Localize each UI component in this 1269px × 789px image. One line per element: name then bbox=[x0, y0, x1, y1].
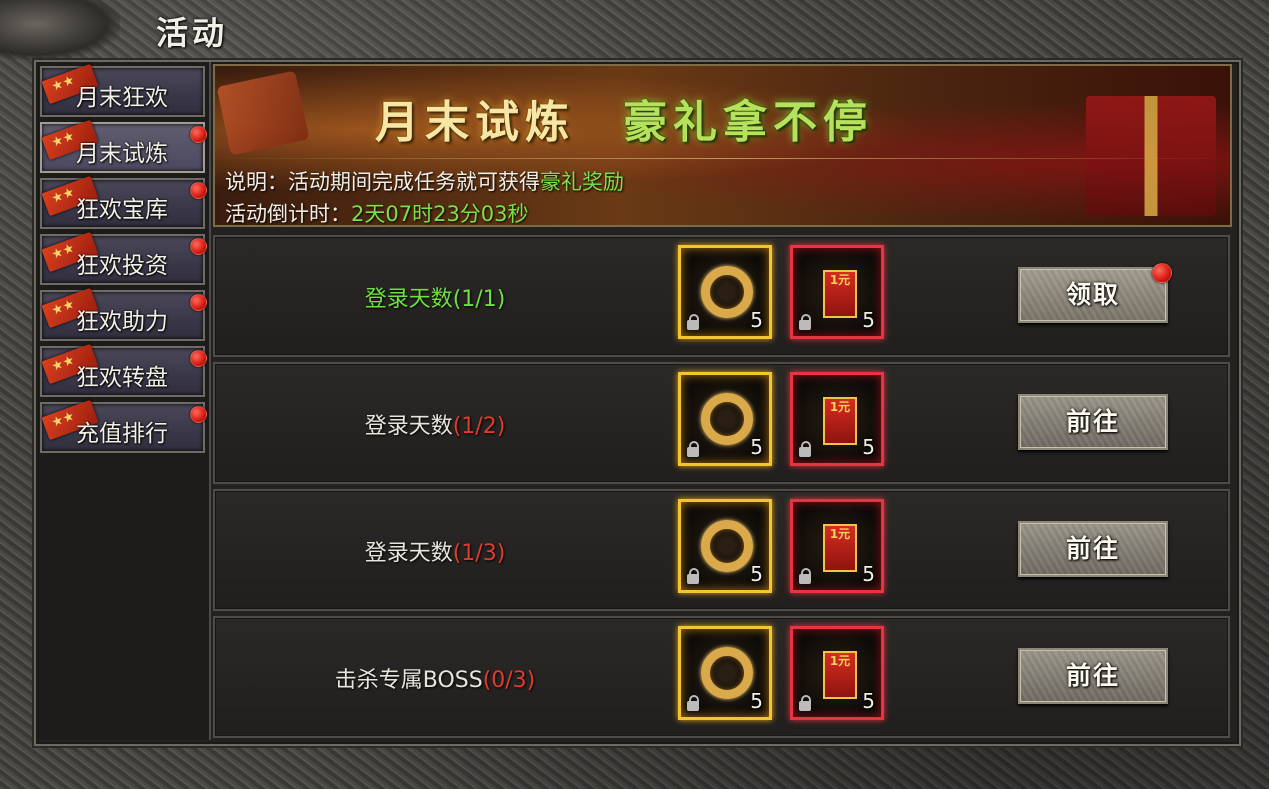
task-row: 登录天数(1/3) 5 1元 5 前往 bbox=[213, 489, 1230, 611]
window-title: 活动 bbox=[156, 14, 229, 52]
lock-icon bbox=[799, 695, 811, 711]
countdown-value: 2天07时23分03秒 bbox=[351, 202, 529, 226]
reward-slot[interactable]: 1元 5 bbox=[790, 626, 884, 720]
lock-icon bbox=[799, 568, 811, 584]
sidebar-item-label: 狂欢投资 bbox=[76, 253, 168, 279]
gold-ring-icon bbox=[701, 393, 753, 445]
go-button[interactable]: 前往 bbox=[1018, 521, 1168, 577]
reward-quantity: 5 bbox=[750, 435, 763, 459]
sidebar-item-label: 狂欢宝库 bbox=[76, 197, 168, 223]
reward-quantity: 5 bbox=[862, 689, 875, 713]
description-text: 说明：活动期间完成任务就可获得 bbox=[225, 170, 540, 194]
task-row: 击杀专属BOSS(0/3) 5 1元 5 前往 bbox=[213, 616, 1230, 738]
reward-quantity: 5 bbox=[862, 435, 875, 459]
reward-quantity: 5 bbox=[862, 562, 875, 586]
sidebar-item-month-end-carnival[interactable]: 月末狂欢 bbox=[40, 63, 205, 117]
scroll-icon bbox=[216, 70, 310, 156]
red-envelope-icon: 1元 bbox=[823, 270, 857, 318]
sidebar-item-label: 月末狂欢 bbox=[76, 85, 168, 111]
task-name: 登录天数 bbox=[364, 414, 453, 439]
task-progress: (1/2) bbox=[452, 414, 506, 439]
lock-icon bbox=[687, 568, 699, 584]
reward-slot[interactable]: 5 bbox=[678, 626, 772, 720]
banner-title: 月末试炼 豪礼拿不停 bbox=[375, 86, 873, 150]
reward-slot[interactable]: 1元 5 bbox=[790, 499, 884, 593]
gold-ring-icon bbox=[701, 520, 753, 572]
lock-icon bbox=[687, 441, 699, 457]
sidebar-item-carnival-wheel[interactable]: 狂欢转盘 bbox=[40, 343, 207, 397]
reward-slot[interactable]: 5 bbox=[678, 372, 772, 466]
lock-icon bbox=[687, 695, 699, 711]
red-envelope-icon: 1元 bbox=[823, 524, 857, 572]
description-highlight: 豪礼奖励 bbox=[540, 170, 624, 194]
event-countdown: 活动倒计时：2天07时23分03秒 bbox=[225, 198, 529, 228]
red-envelope-icon: 1元 bbox=[823, 397, 857, 445]
notification-dot bbox=[190, 182, 207, 199]
task-title: 击杀专属BOSS(0/3) bbox=[215, 662, 655, 694]
task-row: 登录天数(1/2) 5 1元 5 前往 bbox=[213, 362, 1230, 484]
banner-title-slogan: 豪礼拿不停 bbox=[623, 97, 873, 148]
sidebar: 月末狂欢 月末试炼 狂欢宝库 狂欢投资 狂欢助力 狂欢转盘 充值排行 bbox=[36, 62, 211, 740]
lock-icon bbox=[799, 441, 811, 457]
sidebar-item-month-end-trial[interactable]: 月末试炼 bbox=[40, 119, 207, 173]
red-envelope-icon: 1元 bbox=[823, 651, 857, 699]
notification-dot bbox=[190, 126, 207, 143]
sidebar-item-label: 狂欢转盘 bbox=[76, 365, 168, 391]
sidebar-item-carnival-investment[interactable]: 狂欢投资 bbox=[40, 231, 207, 285]
reward-slot[interactable]: 5 bbox=[678, 245, 772, 339]
task-name: 击杀专属BOSS bbox=[334, 668, 483, 693]
task-name: 登录天数 bbox=[364, 541, 453, 566]
task-title: 登录天数(1/2) bbox=[215, 408, 655, 440]
reward-slot[interactable]: 5 bbox=[678, 499, 772, 593]
sidebar-item-recharge-ranking[interactable]: 充值排行 bbox=[40, 399, 207, 453]
claim-button[interactable]: 领取 bbox=[1018, 267, 1168, 323]
go-button[interactable]: 前往 bbox=[1018, 394, 1168, 450]
task-progress: (1/1) bbox=[452, 287, 506, 312]
notification-dot bbox=[190, 238, 207, 255]
countdown-label: 活动倒计时： bbox=[225, 202, 351, 226]
sidebar-item-label: 充值排行 bbox=[76, 421, 168, 447]
reward-quantity: 5 bbox=[750, 689, 763, 713]
task-progress: (0/3) bbox=[482, 668, 536, 693]
gold-ring-icon bbox=[701, 647, 753, 699]
banner-divider bbox=[215, 158, 1230, 159]
task-title: 登录天数(1/1) bbox=[215, 281, 655, 313]
sidebar-item-label: 月末试炼 bbox=[76, 141, 168, 167]
notification-dot bbox=[1152, 263, 1172, 283]
lock-icon bbox=[799, 314, 811, 330]
sidebar-item-carnival-treasury[interactable]: 狂欢宝库 bbox=[40, 175, 207, 229]
notification-dot bbox=[190, 294, 207, 311]
dragon-ornament-icon bbox=[0, 0, 120, 60]
reward-slot[interactable]: 1元 5 bbox=[790, 372, 884, 466]
task-progress: (1/3) bbox=[452, 541, 506, 566]
task-name: 登录天数 bbox=[364, 287, 453, 312]
reward-slot[interactable]: 1元 5 bbox=[790, 245, 884, 339]
gold-ring-icon bbox=[701, 266, 753, 318]
sidebar-item-label: 狂欢助力 bbox=[76, 309, 168, 335]
task-row: 登录天数(1/1) 5 1元 5 领取 bbox=[213, 235, 1230, 357]
reward-quantity: 5 bbox=[862, 308, 875, 332]
notification-dot bbox=[190, 350, 207, 367]
event-description: 说明：活动期间完成任务就可获得豪礼奖励 bbox=[225, 166, 624, 196]
reward-quantity: 5 bbox=[750, 308, 763, 332]
go-button[interactable]: 前往 bbox=[1018, 648, 1168, 704]
sidebar-item-carnival-assist[interactable]: 狂欢助力 bbox=[40, 287, 207, 341]
lock-icon bbox=[687, 314, 699, 330]
event-banner: 月末试炼 豪礼拿不停 说明：活动期间完成任务就可获得豪礼奖励 活动倒计时：2天07… bbox=[213, 64, 1232, 227]
notification-dot bbox=[190, 406, 207, 423]
gift-box-icon bbox=[1086, 96, 1216, 216]
task-title: 登录天数(1/3) bbox=[215, 535, 655, 567]
reward-quantity: 5 bbox=[750, 562, 763, 586]
banner-title-main: 月末试炼 bbox=[375, 97, 575, 148]
